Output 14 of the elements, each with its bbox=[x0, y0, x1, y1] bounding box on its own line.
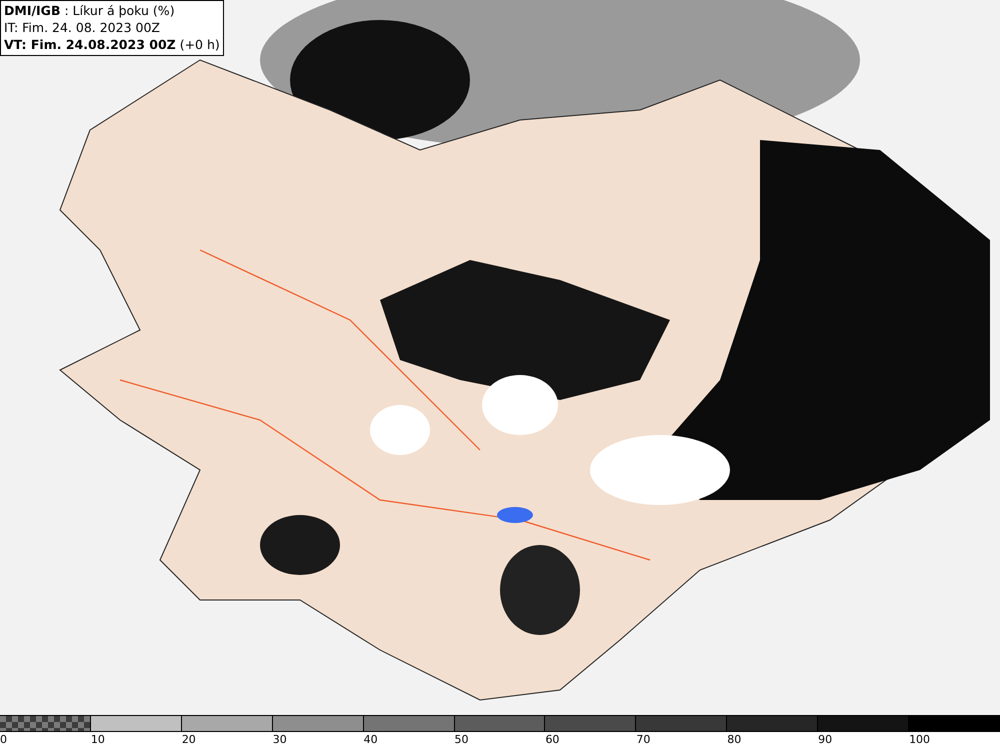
legend-label: 10 bbox=[90, 732, 105, 748]
legend-label: 80 bbox=[727, 732, 742, 748]
legend-label: 40 bbox=[364, 732, 378, 748]
legend-label: 60 bbox=[545, 732, 560, 748]
legend-label: 30 bbox=[272, 732, 287, 748]
legend-label: 50 bbox=[454, 732, 469, 748]
info-text: IT: Fim. 24. 08. 2023 00Z bbox=[4, 19, 161, 36]
legend-label: 90 bbox=[818, 732, 832, 748]
legend-label: 20 bbox=[182, 732, 196, 748]
info-text: VT: Fim. 24.08.2023 00Z (+0 h) bbox=[4, 36, 220, 53]
legend-label: 70 bbox=[636, 732, 650, 748]
info-text: DMI/IGB : Líkur á þoku (%) bbox=[4, 2, 176, 19]
legend-label: 100 bbox=[909, 732, 930, 748]
legend-label: 0 bbox=[0, 732, 7, 748]
